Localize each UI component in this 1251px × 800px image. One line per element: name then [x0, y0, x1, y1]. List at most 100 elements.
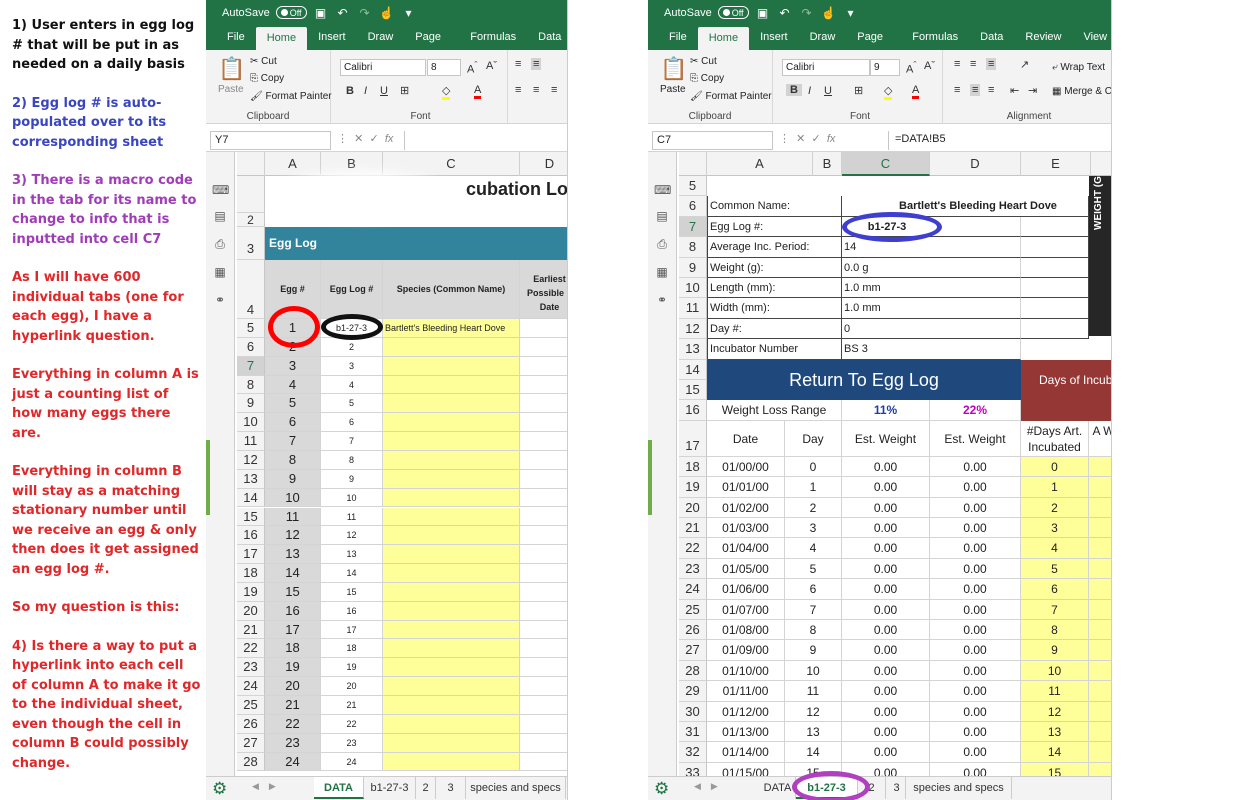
est-weight-cell[interactable]: 0.00: [842, 620, 930, 641]
print-icon[interactable]: ⎙: [212, 238, 228, 250]
row-header[interactable]: 20: [679, 497, 707, 518]
earliest-date-cell[interactable]: [520, 508, 567, 527]
day-cell[interactable]: 12: [785, 701, 842, 722]
earliest-date-cell[interactable]: [520, 583, 567, 602]
row-header[interactable]: 2: [237, 213, 265, 227]
f-column-cell[interactable]: [1089, 640, 1111, 661]
species-cell[interactable]: [383, 488, 520, 508]
est-weight-cell[interactable]: 0.00: [842, 579, 930, 600]
touch-mode-icon[interactable]: ☝: [821, 6, 837, 20]
egg-number-cell[interactable]: 12: [265, 526, 321, 546]
earliest-date-cell[interactable]: [520, 753, 567, 772]
autosave-toggle[interactable]: Off: [275, 6, 307, 19]
species-cell[interactable]: [383, 450, 520, 470]
row-header[interactable]: 28: [237, 752, 265, 772]
f-column-cell[interactable]: [1089, 722, 1111, 743]
save-icon[interactable]: ▣: [313, 6, 329, 20]
est-weight-cell[interactable]: 0.00: [930, 599, 1021, 620]
species-cell[interactable]: [383, 714, 520, 734]
date-cell[interactable]: 01/08/00: [707, 620, 785, 641]
est-weight-cell[interactable]: 0.00: [842, 456, 930, 478]
sheet-tab-3[interactable]: 3: [888, 777, 906, 799]
select-all-corner[interactable]: [237, 152, 265, 176]
row-header[interactable]: 10: [237, 413, 265, 433]
day-cell[interactable]: 10: [785, 660, 842, 682]
tab-home[interactable]: Home: [697, 27, 750, 50]
tab-formulas[interactable]: Formulas: [901, 27, 969, 48]
egg-log-cell[interactable]: 13: [321, 545, 383, 565]
row-header[interactable]: 22: [679, 538, 707, 559]
tab-view[interactable]: View: [1072, 27, 1111, 48]
egg-log-cell[interactable]: 17: [321, 620, 383, 640]
sheet-tab-2[interactable]: 2: [416, 777, 436, 799]
row-header[interactable]: 6: [679, 196, 707, 217]
egg-log-cell[interactable]: 18: [321, 639, 383, 659]
egg-log-cell[interactable]: 8: [321, 450, 383, 470]
copy-button[interactable]: ⎘ Copy: [690, 73, 724, 84]
underline-icon[interactable]: U: [380, 85, 388, 97]
egg-number-cell[interactable]: 16: [265, 601, 321, 621]
merge-button[interactable]: ▦ Merge & C: [1052, 86, 1111, 97]
days-incubated-cell[interactable]: 8: [1021, 620, 1089, 641]
day-cell[interactable]: 0: [785, 456, 842, 478]
earliest-date-cell[interactable]: [520, 545, 567, 565]
egg-number-cell[interactable]: 10: [265, 488, 321, 508]
species-cell[interactable]: [383, 696, 520, 715]
earliest-date-cell[interactable]: [520, 602, 567, 621]
days-incubated-cell[interactable]: 0: [1021, 456, 1089, 478]
species-cell[interactable]: [383, 413, 520, 433]
info-value-cell[interactable]: BS 3: [842, 339, 930, 360]
copy-button[interactable]: ⎘ Copy: [250, 73, 284, 84]
paste-icon[interactable]: 📋: [218, 56, 245, 82]
egg-number-cell[interactable]: 19: [265, 658, 321, 678]
info-value-cell[interactable]: 1.0 mm: [842, 278, 930, 299]
keyboard-icon[interactable]: ⌨: [654, 184, 671, 196]
day-cell[interactable]: 4: [785, 538, 842, 559]
date-cell[interactable]: 01/13/00: [707, 722, 785, 743]
tab-formulas[interactable]: Formulas: [459, 27, 527, 48]
tab-data[interactable]: Data: [527, 27, 567, 48]
return-to-egg-log-button[interactable]: Return To Egg Log: [707, 359, 1021, 401]
days-incubated-cell[interactable]: 13: [1021, 722, 1089, 743]
row-header[interactable]: 24: [679, 579, 707, 600]
day-cell[interactable]: 13: [785, 722, 842, 743]
formula-input[interactable]: =DATA!B5: [888, 131, 1111, 150]
row-header[interactable]: 26: [679, 620, 707, 641]
sheet-tab-b1-27-3[interactable]: b1-27-3: [364, 777, 416, 799]
tab-page-layout[interactable]: Page Layout: [846, 27, 901, 64]
tab-draw[interactable]: Draw: [799, 27, 847, 48]
est-weight-cell[interactable]: 0.00: [930, 660, 1021, 682]
row-header[interactable]: [237, 176, 265, 213]
earliest-date-cell[interactable]: [520, 432, 567, 451]
f-column-cell[interactable]: [1089, 660, 1111, 682]
days-incubated-cell[interactable]: 9: [1021, 640, 1089, 661]
tab-insert[interactable]: Insert: [749, 27, 799, 48]
row-header[interactable]: 23: [237, 658, 265, 678]
est-weight-cell[interactable]: 0.00: [842, 518, 930, 539]
est-weight-cell[interactable]: 0.00: [842, 681, 930, 702]
row-header[interactable]: 25: [679, 599, 707, 620]
align-middle-icon[interactable]: ≡: [970, 58, 976, 70]
bold-icon[interactable]: B: [786, 84, 802, 96]
est-weight-cell[interactable]: 0.00: [842, 660, 930, 682]
day-cell[interactable]: 1: [785, 477, 842, 498]
date-cell[interactable]: 01/15/00: [707, 762, 785, 776]
earliest-date-cell[interactable]: [520, 715, 567, 734]
row-header[interactable]: 31: [679, 722, 707, 743]
row-header[interactable]: 17: [679, 420, 707, 457]
egg-number-cell[interactable]: 17: [265, 620, 321, 640]
row-header[interactable]: 15: [679, 380, 707, 401]
align-top-icon[interactable]: ≡: [515, 58, 521, 70]
egg-number-cell[interactable]: 23: [265, 733, 321, 753]
cut-button[interactable]: ✂ Cut: [250, 56, 277, 67]
tab-home[interactable]: Home: [255, 27, 308, 50]
species-cell[interactable]: [383, 564, 520, 583]
egg-number-cell[interactable]: 5: [265, 394, 321, 414]
row-header[interactable]: 11: [237, 432, 265, 451]
species-cell[interactable]: [383, 620, 520, 640]
font-color-icon[interactable]: A: [912, 84, 920, 99]
days-incubated-cell[interactable]: 14: [1021, 742, 1089, 763]
row-header[interactable]: 14: [679, 359, 707, 380]
species-cell[interactable]: Bartlett's Bleeding Heart Dove: [383, 319, 520, 338]
row-header[interactable]: 16: [679, 400, 707, 421]
